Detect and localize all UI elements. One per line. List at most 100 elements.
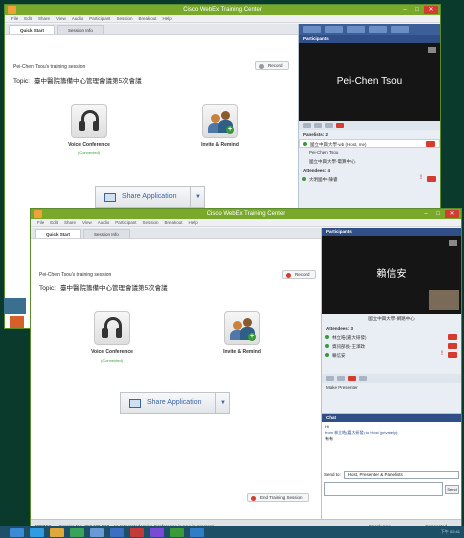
attendees-group[interactable]: Attendees: 4 xyxy=(299,166,440,175)
panel-toggle-5[interactable] xyxy=(391,26,409,33)
video-panel: 賴信安 xyxy=(322,236,461,314)
explorer-icon[interactable] xyxy=(10,527,24,537)
session-owner: Pei-Chen Tsou's training session xyxy=(39,272,112,278)
video-speaker-name: 賴信安 xyxy=(376,269,407,280)
mic-icon[interactable] xyxy=(448,334,457,340)
ctl-remove[interactable] xyxy=(348,376,356,381)
onenote-icon[interactable] xyxy=(150,527,164,537)
menu-share[interactable]: Share xyxy=(38,15,50,22)
invite-remind-button[interactable]: + xyxy=(224,311,260,345)
participant-row[interactable]: 賴信安! xyxy=(322,351,461,360)
send-to-select[interactable]: Host, Presenter & Panelists xyxy=(343,470,459,479)
voice-conference-button[interactable] xyxy=(71,104,107,138)
start-icon[interactable] xyxy=(10,316,24,328)
share-application-button[interactable]: Share Application xyxy=(95,186,192,208)
panel-toggle-3[interactable] xyxy=(347,26,365,33)
ctl-1[interactable] xyxy=(303,123,311,128)
panelists-group[interactable]: Panelists: 2 xyxy=(299,130,440,139)
add-person-icon: + xyxy=(226,126,234,134)
ctl-1[interactable] xyxy=(326,376,334,381)
send-button[interactable]: Send xyxy=(445,485,459,494)
app-icon[interactable] xyxy=(190,527,204,537)
menu-breakout[interactable]: Breakout xyxy=(165,219,183,226)
menu-audio[interactable]: Audio xyxy=(72,15,84,22)
tab-session-info[interactable]: Session Info xyxy=(83,229,130,238)
self-view-thumbnail[interactable] xyxy=(429,290,459,310)
menu-view[interactable]: View xyxy=(82,219,92,226)
invite-remind-label: Invite & Remind xyxy=(201,142,239,148)
outlook-icon[interactable] xyxy=(110,527,124,537)
chat-header[interactable]: Chat xyxy=(322,414,461,422)
folder-icon[interactable] xyxy=(50,527,64,537)
minimize-icon[interactable]: – xyxy=(400,6,410,14)
tab-session-info[interactable]: Session Info xyxy=(57,25,104,34)
session-topic: Topic: 臺中醫院籌備中心管理會議第5次會議 xyxy=(39,282,168,292)
menu-participant[interactable]: Participant xyxy=(89,15,110,22)
participant-row[interactable]: 林立皓(嘉大研發) xyxy=(322,333,461,342)
menu-session[interactable]: Session xyxy=(143,219,159,226)
close-icon[interactable]: ✕ xyxy=(424,6,438,14)
minimize-icon[interactable]: – xyxy=(421,210,431,218)
menu-edit[interactable]: Edit xyxy=(50,219,58,226)
make-presenter-button[interactable]: Make Presenter xyxy=(322,383,461,392)
menu-help[interactable]: Help xyxy=(163,15,172,22)
browser-icon[interactable] xyxy=(30,527,44,537)
participant-row[interactable]: Pei-Chen Tsou xyxy=(299,148,440,157)
close-icon[interactable]: ✕ xyxy=(445,210,459,218)
record-button[interactable]: Record xyxy=(282,270,316,279)
tab-quick-start[interactable]: Quick Start xyxy=(9,25,56,34)
attendees-group[interactable]: Attendees: 3 xyxy=(322,324,461,333)
ctl-3[interactable] xyxy=(325,123,333,128)
menu-view[interactable]: View xyxy=(56,15,66,22)
invite-remind-button[interactable]: + xyxy=(202,104,238,138)
tab-quick-start[interactable]: Quick Start xyxy=(35,229,82,238)
participant-row[interactable]: 國立中興大學-電算中心 xyxy=(299,157,440,166)
webex-taskbar-icon[interactable] xyxy=(170,527,184,537)
menu-breakout[interactable]: Breakout xyxy=(139,15,157,22)
video-options-icon[interactable] xyxy=(449,240,457,246)
share-application-button[interactable]: Share Application xyxy=(120,392,217,414)
voice-conference-button[interactable] xyxy=(94,311,130,345)
mic-icon[interactable] xyxy=(448,343,457,349)
participant-row[interactable]: 大明國中-陳睿! xyxy=(299,175,440,184)
menu-participant[interactable]: Participant xyxy=(115,219,136,226)
panel-toggle-4[interactable] xyxy=(369,26,387,33)
panels-pane: Participants 賴信安 國立中興大學-網路中心 Attendees: … xyxy=(321,228,461,519)
panel-toggle-2[interactable] xyxy=(325,26,343,33)
ctl-2[interactable] xyxy=(337,376,345,381)
mic-icon[interactable] xyxy=(427,176,436,182)
record-button[interactable]: Record xyxy=(255,61,289,70)
title-bar: Cisco WebEx Training Center – □ ✕ xyxy=(31,209,461,219)
ctl-2[interactable] xyxy=(314,123,322,128)
acrobat-icon[interactable] xyxy=(130,527,144,537)
menu-file[interactable]: File xyxy=(11,15,18,22)
excel-icon[interactable] xyxy=(70,527,84,537)
end-session-button[interactable]: End Training Session xyxy=(247,493,309,502)
quick-start-pane: Quick Start Session Info Pei-Chen Tsou's… xyxy=(31,228,321,519)
panel-toggle-1[interactable] xyxy=(303,26,321,33)
topic-value: 臺中醫院籌備中心管理會議第5次會議 xyxy=(59,285,168,292)
mic-icon[interactable] xyxy=(426,141,435,147)
participant-row[interactable]: 資訊部長-王澤政 xyxy=(322,342,461,351)
menu-share[interactable]: Share xyxy=(64,219,76,226)
ctl-4[interactable] xyxy=(359,376,367,381)
maximize-icon[interactable]: □ xyxy=(412,6,422,14)
chat-input[interactable] xyxy=(324,482,443,496)
menu-audio[interactable]: Audio xyxy=(98,219,110,226)
menu-edit[interactable]: Edit xyxy=(24,15,32,22)
menu-file[interactable]: File xyxy=(37,219,44,226)
participants-header[interactable]: Participants xyxy=(322,228,461,236)
maximize-icon[interactable]: □ xyxy=(433,210,443,218)
photos-icon[interactable] xyxy=(90,527,104,537)
menu-session[interactable]: Session xyxy=(117,15,133,22)
ctl-remove[interactable] xyxy=(336,123,344,128)
voice-connected-status: (Connected) xyxy=(77,150,100,155)
video-options-icon[interactable] xyxy=(428,47,436,53)
menu-bar: File Edit Share View Audio Participant S… xyxy=(31,219,461,227)
mic-icon[interactable] xyxy=(448,352,457,358)
share-dropdown-button[interactable]: ▼ xyxy=(191,186,206,208)
menu-help[interactable]: Help xyxy=(189,219,198,226)
participants-header[interactable]: Participants xyxy=(299,35,440,43)
participant-row[interactable]: 國立中興大學-wb (Host, me) xyxy=(299,139,440,148)
share-dropdown-button[interactable]: ▼ xyxy=(216,392,231,414)
